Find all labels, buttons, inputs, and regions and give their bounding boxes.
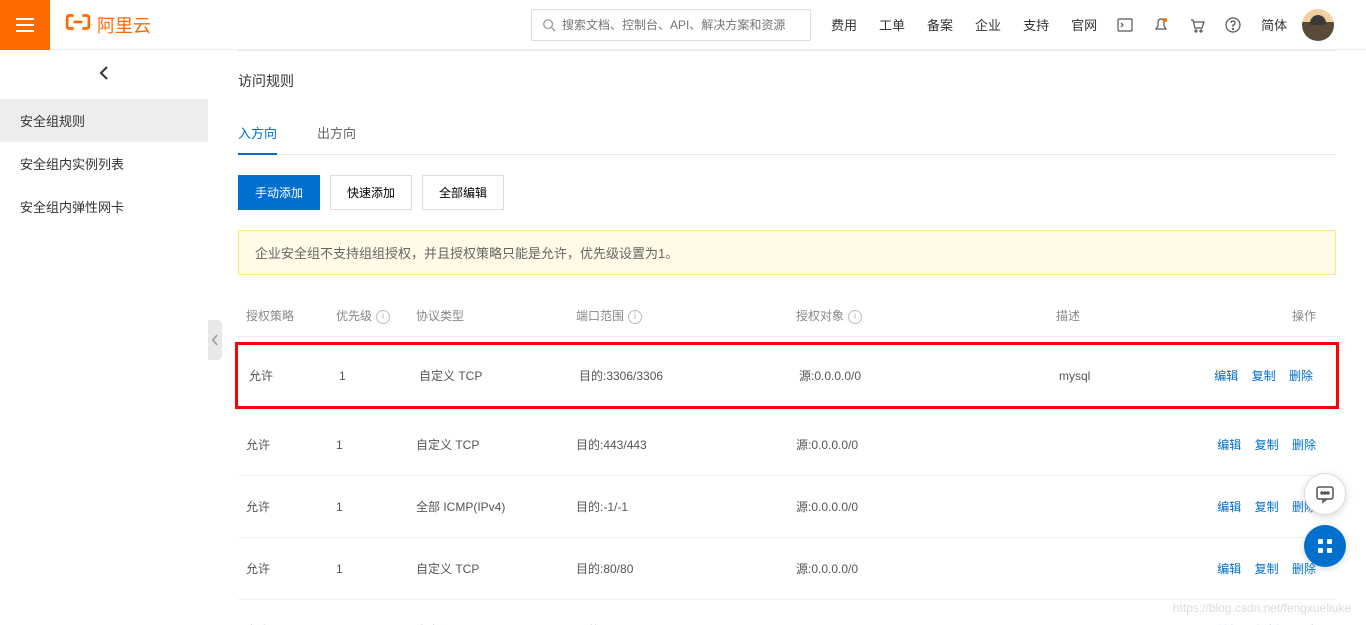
cart-icon[interactable]	[1189, 17, 1205, 33]
col-ops: 操作	[1188, 307, 1336, 324]
tab-inbound[interactable]: 入方向	[238, 111, 277, 154]
edit-link[interactable]: 编辑	[1217, 500, 1241, 514]
nav-fee[interactable]: 费用	[831, 15, 857, 34]
nav-ticket[interactable]: 工单	[879, 15, 905, 34]
cell-priority: 1	[328, 438, 408, 452]
table-row: 允许 1 自定义 TCP 目的:3306/3306 源:0.0.0.0/0 my…	[235, 342, 1339, 409]
cell-ops: 编辑 复制 删除	[1191, 367, 1333, 384]
watermark: https://blog.csdn.net/fengxueliuke	[1173, 601, 1351, 615]
info-icon[interactable]: i	[848, 310, 862, 324]
table-row: 允许 1 自定义 TCP 目的:22/22 源:0.0.0.0/0 编辑 复制 …	[238, 600, 1336, 625]
edit-link[interactable]: 编辑	[1214, 369, 1238, 383]
edit-link[interactable]: 编辑	[1217, 562, 1241, 576]
divider	[238, 50, 1336, 51]
rules-table: 授权策略 优先级i 协议类型 端口范围i 授权对象i 描述 操作 允许 1 自定…	[238, 295, 1336, 625]
info-icon[interactable]: i	[376, 310, 390, 324]
sidebar: 安全组规则 安全组内实例列表 安全组内弹性网卡	[0, 50, 208, 625]
cell-priority: 1	[331, 369, 411, 383]
chat-button[interactable]	[1304, 473, 1346, 515]
nav-icp[interactable]: 备案	[927, 15, 953, 34]
manual-add-button[interactable]: 手动添加	[238, 175, 320, 210]
section-title: 访问规则	[238, 71, 1336, 91]
table-row: 允许 1 自定义 TCP 目的:443/443 源:0.0.0.0/0 编辑 复…	[238, 414, 1336, 476]
terminal-icon[interactable]	[1117, 17, 1133, 33]
main-content: 访问规则 入方向 出方向 手动添加 快速添加 全部编辑 企业安全组不支持组组授权…	[208, 50, 1366, 625]
edit-link[interactable]: 编辑	[1217, 438, 1241, 452]
nav-site[interactable]: 官网	[1071, 15, 1097, 34]
cell-protocol: 自定义 TCP	[411, 367, 571, 384]
col-port: 端口范围i	[568, 307, 788, 324]
table-body: 允许 1 自定义 TCP 目的:3306/3306 源:0.0.0.0/0 my…	[238, 342, 1336, 625]
sidebar-collapse-handle[interactable]	[208, 320, 222, 360]
cell-port: 目的:443/443	[568, 436, 788, 453]
search-input[interactable]	[562, 18, 800, 32]
menu-icon	[16, 16, 34, 34]
cell-port: 目的:-1/-1	[568, 498, 788, 515]
nav-icons: 简体	[1117, 15, 1287, 34]
nav-links: 费用 工单 备案 企业 支持 官网	[831, 15, 1097, 34]
cell-protocol: 全部 ICMP(IPv4)	[408, 498, 568, 515]
sidebar-item-eni[interactable]: 安全组内弹性网卡	[0, 185, 208, 228]
logo-icon	[65, 9, 91, 41]
cell-protocol: 自定义 TCP	[408, 560, 568, 577]
info-icon[interactable]: i	[628, 310, 642, 324]
search-box[interactable]	[531, 9, 811, 41]
cell-target: 源:0.0.0.0/0	[788, 560, 1048, 577]
cell-priority: 1	[328, 562, 408, 576]
cell-port: 目的:3306/3306	[571, 367, 791, 384]
grid-icon	[1316, 537, 1334, 555]
cell-target: 源:0.0.0.0/0	[788, 436, 1048, 453]
lang-switch[interactable]: 简体	[1261, 15, 1287, 34]
cell-policy: 允许	[238, 498, 328, 515]
chevron-left-icon	[211, 334, 219, 346]
search-icon	[542, 18, 556, 32]
copy-link[interactable]: 复制	[1255, 562, 1279, 576]
apps-button[interactable]	[1304, 525, 1346, 567]
chevron-left-icon	[98, 65, 110, 81]
help-icon[interactable]	[1225, 17, 1241, 33]
cell-desc: mysql	[1051, 369, 1191, 383]
delete-link[interactable]: 删除	[1292, 438, 1316, 452]
cell-target: 源:0.0.0.0/0	[788, 498, 1048, 515]
avatar[interactable]	[1302, 9, 1334, 41]
cell-target: 源:0.0.0.0/0	[791, 367, 1051, 384]
sidebar-item-instances[interactable]: 安全组内实例列表	[0, 142, 208, 185]
col-desc: 描述	[1048, 307, 1188, 324]
tabs: 入方向 出方向	[238, 111, 1336, 155]
copy-link[interactable]: 复制	[1252, 369, 1276, 383]
back-button[interactable]	[0, 50, 208, 99]
cell-port: 目的:80/80	[568, 560, 788, 577]
logo[interactable]: 阿里云	[65, 9, 151, 41]
hamburger-menu[interactable]	[0, 0, 50, 50]
notice-banner: 企业安全组不支持组组授权，并且授权策略只能是允许，优先级设置为1。	[238, 230, 1336, 275]
cell-protocol: 自定义 TCP	[408, 436, 568, 453]
quick-add-button[interactable]: 快速添加	[330, 175, 412, 210]
button-row: 手动添加 快速添加 全部编辑	[238, 175, 1336, 210]
col-protocol: 协议类型	[408, 307, 568, 324]
col-target: 授权对象i	[788, 307, 1048, 324]
copy-link[interactable]: 复制	[1255, 438, 1279, 452]
table-row: 允许 1 全部 ICMP(IPv4) 目的:-1/-1 源:0.0.0.0/0 …	[238, 476, 1336, 538]
cell-policy: 允许	[241, 367, 331, 384]
table-header: 授权策略 优先级i 协议类型 端口范围i 授权对象i 描述 操作	[238, 295, 1336, 337]
table-row: 允许 1 自定义 TCP 目的:80/80 源:0.0.0.0/0 编辑 复制 …	[238, 538, 1336, 600]
col-policy: 授权策略	[238, 307, 328, 324]
logo-text: 阿里云	[97, 12, 151, 38]
cell-policy: 允许	[238, 560, 328, 577]
cell-priority: 1	[328, 500, 408, 514]
col-priority: 优先级i	[328, 307, 408, 324]
nav-support[interactable]: 支持	[1023, 15, 1049, 34]
nav-enterprise[interactable]: 企业	[975, 15, 1001, 34]
tab-outbound[interactable]: 出方向	[317, 111, 356, 154]
delete-link[interactable]: 删除	[1292, 562, 1316, 576]
copy-link[interactable]: 复制	[1255, 500, 1279, 514]
sidebar-item-rules[interactable]: 安全组规则	[0, 99, 208, 142]
cell-ops: 编辑 复制 删除	[1188, 436, 1336, 453]
top-header: 阿里云 费用 工单 备案 企业 支持 官网 简体	[0, 0, 1366, 50]
bell-icon[interactable]	[1153, 17, 1169, 33]
chat-icon	[1315, 484, 1335, 504]
delete-link[interactable]: 删除	[1289, 369, 1313, 383]
edit-all-button[interactable]: 全部编辑	[422, 175, 504, 210]
cell-policy: 允许	[238, 436, 328, 453]
